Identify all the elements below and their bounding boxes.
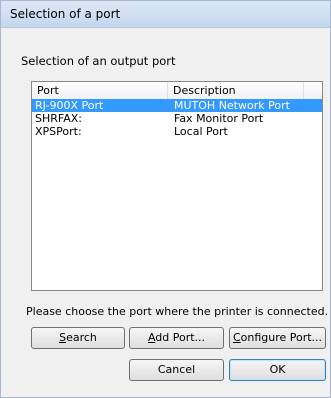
port-row-rj900x[interactable]: RJ-900X Port MUTOH Network Port	[32, 99, 322, 112]
port-list-rows: RJ-900X Port MUTOH Network Port SHRFAX: …	[32, 99, 322, 138]
hint-text: Please choose the port where the printer…	[26, 305, 329, 318]
port-description: Fax Monitor Port	[174, 112, 264, 125]
column-header-port[interactable]: Port	[32, 82, 168, 99]
cancel-button[interactable]: Cancel	[129, 359, 224, 381]
window-title: Selection of a port	[10, 7, 121, 21]
port-description: Local Port	[174, 125, 228, 138]
port-list-header: Port Description	[32, 82, 322, 100]
title-bar[interactable]: Selection of a port	[1, 1, 330, 28]
configure-port-button[interactable]: Configure Port...	[229, 327, 326, 349]
search-button[interactable]: Search	[31, 327, 125, 349]
port-description: MUTOH Network Port	[174, 99, 290, 112]
port-row-xpsport[interactable]: XPSPort: Local Port	[32, 125, 322, 138]
port-name: XPSPort:	[35, 125, 82, 138]
port-name: RJ-900X Port	[35, 99, 104, 112]
port-selection-dialog: Selection of a port Selection of an outp…	[0, 0, 331, 398]
section-label: Selection of an output port	[21, 54, 176, 68]
column-header-filler	[304, 82, 322, 99]
port-list[interactable]: Port Description RJ-900X Port MUTOH Netw…	[31, 81, 323, 291]
configure-port-label: onfigure Port...	[240, 331, 323, 344]
ok-button[interactable]: OK	[229, 359, 326, 381]
search-label: earch	[66, 331, 97, 344]
configure-port-mnemonic: C	[232, 331, 241, 344]
add-port-label: dd Port...	[155, 331, 206, 344]
column-header-description[interactable]: Description	[168, 82, 304, 99]
port-row-shrfax[interactable]: SHRFAX: Fax Monitor Port	[32, 112, 322, 125]
port-name: SHRFAX:	[35, 112, 82, 125]
add-port-button[interactable]: Add Port...	[129, 327, 224, 349]
